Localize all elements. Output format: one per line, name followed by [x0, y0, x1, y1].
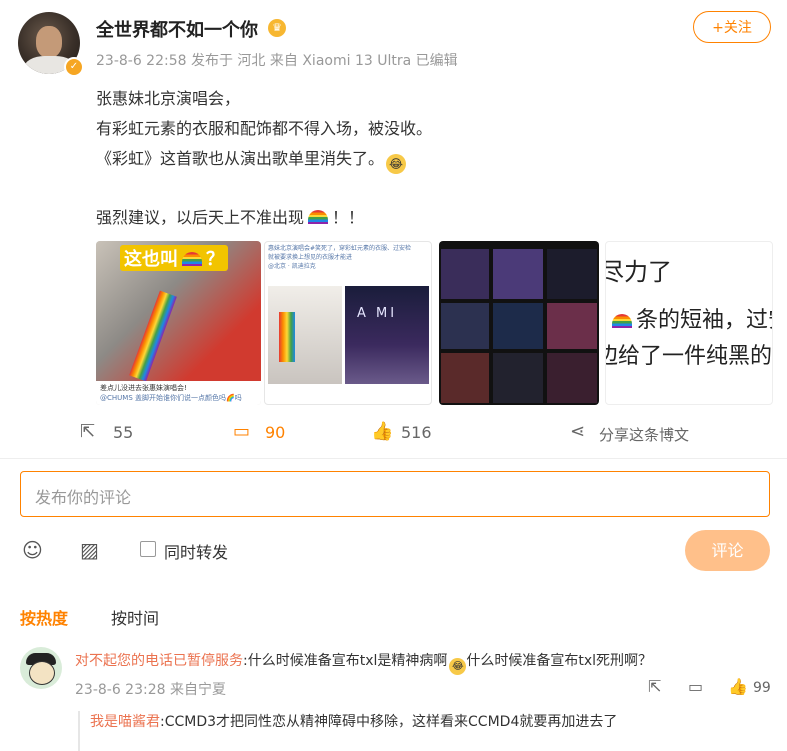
post-text-line-2: 有彩虹元素的衣服和配饰都不得入场，被没收。 [96, 119, 433, 138]
post-text-line-4-text: 强烈建议，以后天上不准出现 [96, 208, 305, 227]
comment-body-1: :什么时候准备宣布txl是精神病啊 [243, 653, 448, 669]
post-image-4[interactable]: 尽力了 条的短袖，过安 边给了一件纯黑的 [605, 241, 773, 405]
comment-like-count[interactable]: 99 [753, 680, 771, 696]
img1-bottom-text: 差点儿没进去张惠妹演唱会! [100, 384, 187, 392]
emoji-icon[interactable]: ☺ [22, 538, 43, 562]
img1-bottom-text-2: @CHUMS 盖脚开始谁你们说一点颜色吗🌈吗 [100, 394, 242, 402]
repost-icon[interactable]: ⇱ [80, 421, 95, 442]
post-device: 来自 Xiaomi 13 Ultra [269, 53, 412, 69]
comment-location: 来自宁夏 [169, 682, 226, 698]
verified-badge-icon: ✓ [64, 57, 84, 77]
tab-sort-by-time[interactable]: 按时间 [111, 605, 159, 629]
post-meta: 23-8-6 22:58 发布于 河北 来自 Xiaomi 13 Ultra 已… [96, 50, 458, 70]
post-image-3[interactable] [439, 241, 599, 405]
post-timestamp[interactable]: 23-8-6 22:58 [96, 53, 187, 69]
img4-line-3: 边给了一件纯黑的 [605, 344, 773, 369]
rainbow-emoji-icon [308, 210, 329, 224]
share-label[interactable]: 分享这条博文 [599, 424, 689, 445]
commenter-avatar[interactable] [20, 647, 62, 689]
share-icon[interactable]: ⋖ [570, 421, 585, 442]
comment-time: 23-8-6 23:28 [75, 682, 166, 698]
img4-line-1: 尽力了 [605, 258, 672, 286]
post-image-1[interactable]: 这也叫 ？ 差点儿没进去张惠妹演唱会! @CHUMS 盖脚开始谁你们说一点颜色吗🌈… [96, 241, 261, 405]
comment-input[interactable]: 发布你的评论 [20, 471, 770, 517]
also-repost-checkbox[interactable] [140, 541, 156, 557]
reply-author-name[interactable]: 我是喵酱君 [90, 714, 160, 730]
img1-question: ？ [206, 249, 224, 270]
commenter-name[interactable]: 对不起您的电话已暂停服务 [75, 653, 243, 669]
thumbs-up-icon[interactable]: 👍 [371, 421, 393, 442]
post-text-line-4: 强烈建议，以后天上不准出现 ！！ [96, 204, 364, 228]
post-location: 发布于 河北 [190, 53, 266, 69]
post-text-line-3: 《彩虹》这首歌也从演出歌单里消失了。 😂 [96, 145, 407, 174]
rainbow-emoji-icon [612, 314, 632, 328]
post-text-line-1: 张惠妹北京演唱会， [96, 89, 241, 108]
like-count[interactable]: 516 [401, 423, 432, 442]
comment-reply: 我是喵酱君:CCMD3才把同性恋从精神障碍中移除，这样看来CCMD4就要再加进去… [78, 711, 787, 751]
repost-icon[interactable]: ⇱ [648, 677, 661, 696]
comment-meta: 23-8-6 23:28 来自宁夏 [75, 679, 226, 699]
submit-comment-button[interactable]: 评论 [685, 530, 770, 571]
divider [0, 458, 787, 459]
laughing-emoji-icon: 😂 [449, 658, 467, 675]
comment-count[interactable]: 90 [265, 423, 285, 442]
post-edited: 已编辑 [415, 53, 458, 69]
crown-icon: ♛ [268, 19, 286, 37]
laughing-emoji-icon: 😂 [386, 154, 407, 174]
img2-top-text-2: 就被要求换上想见的衣服才能进 [268, 254, 353, 261]
img2-top-text: 惠妹北京演唱会#笑死了，穿彩虹元素的衣服、过安检 [268, 245, 412, 252]
also-repost-label[interactable]: 同时转发 [164, 539, 228, 563]
img4-line-2: 条的短袖，过安 [636, 308, 772, 333]
post-text-exclaim: ！！ [332, 208, 365, 227]
comment-icon[interactable]: ▭ [688, 677, 703, 696]
image-icon[interactable]: ▨ [80, 538, 99, 562]
post-image-2[interactable]: 惠妹北京演唱会#笑死了，穿彩虹元素的衣服、过安检 就被要求换上想见的衣服才能进 … [264, 241, 432, 405]
author-name[interactable]: 全世界都不如一个你 [96, 16, 258, 42]
repost-count[interactable]: 55 [113, 423, 133, 442]
comment-text: 对不起您的电话已暂停服务:什么时候准备宣布txl是精神病啊 😂 什么时候准备宣布tx… [75, 650, 652, 675]
comment-body-2: 什么时候准备宣布txl死刑啊？ [466, 653, 653, 669]
post-text-line-3-text: 《彩虹》这首歌也从演出歌单里消失了。 [96, 149, 385, 168]
img2-location: @北京 · 凯迪拉克 [268, 263, 316, 270]
img1-caption: 这也叫 [124, 249, 178, 270]
comment-icon[interactable]: ▭ [233, 421, 250, 442]
rainbow-emoji-icon [182, 252, 202, 266]
follow-button[interactable]: +关注 [693, 11, 771, 43]
img2-stage-text: A MI [357, 306, 398, 321]
thumbs-up-icon[interactable]: 👍 [728, 677, 748, 696]
reply-text: :CCMD3才把同性恋从精神障碍中移除，这样看来CCMD4就要再加进去了 [160, 714, 618, 730]
tab-sort-by-hot[interactable]: 按热度 [20, 605, 68, 629]
